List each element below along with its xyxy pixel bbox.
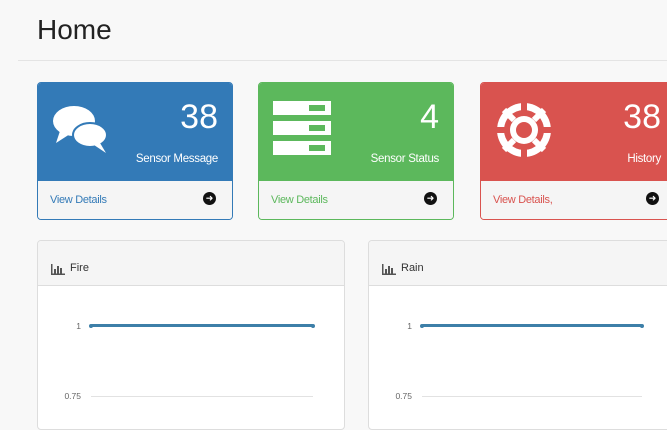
sensor-message-view-details[interactable]: View Details ➜ (38, 181, 232, 219)
bar-chart-icon (382, 262, 396, 280)
sensor-message-label: Sensor Message (135, 153, 218, 165)
history-view-details[interactable]: View Details, ➜ (481, 181, 667, 219)
sensor-message-card-header: 38 Sensor Message (38, 83, 232, 181)
view-details-link[interactable]: View Details (271, 194, 328, 206)
sensor-status-view-details[interactable]: View Details ➜ (259, 181, 453, 219)
fire-series-line (91, 324, 313, 327)
fire-chart-panel: Fire 1 0.75 (37, 240, 345, 430)
rain-data-point (640, 323, 644, 328)
gridline (422, 396, 642, 397)
fire-panel-heading: Fire (38, 241, 344, 286)
y-tick-label: 0.75 (64, 391, 81, 401)
sensor-status-card: 4 Sensor Status View Details ➜ (258, 82, 454, 220)
rain-panel-title: Rain (401, 262, 424, 274)
sensor-status-label: Sensor Status (370, 153, 440, 165)
arrow-circle-right-icon[interactable]: ➜ (424, 192, 437, 205)
bar-chart-icon (51, 262, 65, 280)
y-tick-label: 1 (76, 321, 81, 331)
view-details-link[interactable]: View Details (50, 194, 107, 206)
view-details-link[interactable]: View Details, (493, 194, 553, 206)
history-card: 38 History View Details, ➜ (480, 82, 667, 220)
rain-series-line (422, 324, 642, 327)
fire-data-point (89, 323, 93, 328)
fire-panel-title: Fire (70, 262, 89, 274)
sensor-message-card: 38 Sensor Message View Details ➜ (37, 82, 233, 220)
sensor-status-card-header: 4 Sensor Status (259, 83, 453, 181)
sensor-message-count: 38 (180, 98, 218, 136)
gridline (91, 396, 313, 397)
page-title: Home (37, 14, 112, 45)
fire-data-point (311, 323, 315, 328)
server-icon (271, 99, 335, 166)
comments-icon (50, 99, 112, 166)
history-label: History (627, 153, 661, 165)
rain-data-point (420, 323, 424, 328)
sensor-status-count: 4 (420, 98, 439, 136)
history-count: 38 (623, 98, 661, 136)
arrow-circle-right-icon[interactable]: ➜ (646, 192, 659, 205)
rain-panel-heading: Rain (369, 241, 667, 286)
y-tick-label: 1 (407, 321, 412, 331)
y-tick-label: 0.75 (395, 391, 412, 401)
life-ring-icon (493, 99, 555, 166)
arrow-circle-right-icon[interactable]: ➜ (203, 192, 216, 205)
history-card-header: 38 History (481, 83, 667, 181)
title-divider (18, 60, 667, 61)
rain-chart-panel: Rain 1 0.75 (368, 240, 667, 430)
